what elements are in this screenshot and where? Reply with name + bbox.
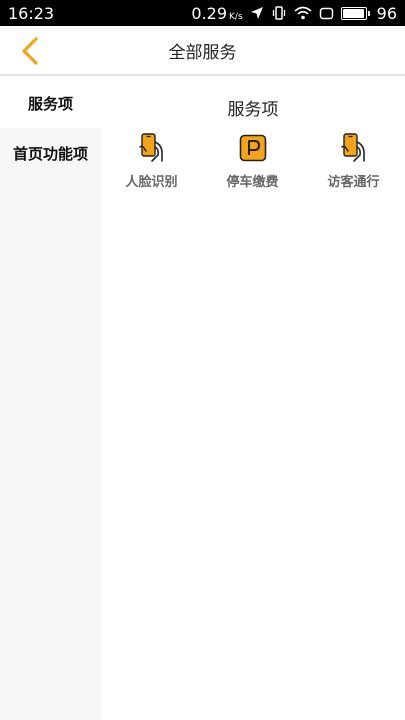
parking-icon bbox=[239, 133, 267, 163]
service-label: 人脸识别 bbox=[125, 175, 178, 190]
section-title: 服务项 bbox=[227, 100, 279, 120]
hand-phone-icon bbox=[138, 133, 166, 163]
services-panel: 服务项 人脸识别 停车缴费 访客通行 bbox=[101, 78, 405, 720]
app-header: 全部服务 bbox=[0, 26, 405, 76]
service-visitor-access[interactable]: 访客通行 bbox=[303, 133, 404, 190]
screen-rotate-icon bbox=[319, 6, 334, 21]
services-grid: 人脸识别 停车缴费 访客通行 bbox=[101, 133, 405, 190]
status-time: 16:23 bbox=[8, 3, 55, 23]
category-sidebar: 服务项 首页功能项 bbox=[0, 78, 101, 720]
service-label: 访客通行 bbox=[327, 175, 380, 190]
battery-icon bbox=[340, 6, 370, 20]
location-arrow-icon bbox=[250, 6, 264, 20]
status-left: 16:23 bbox=[8, 4, 54, 23]
wifi-icon bbox=[294, 6, 312, 20]
back-button[interactable] bbox=[12, 33, 48, 69]
sidebar-item-home-functions[interactable]: 首页功能项 bbox=[0, 128, 101, 178]
network-speed-unit: K/s bbox=[229, 11, 243, 22]
hand-phone-icon bbox=[340, 133, 368, 163]
chevron-left-icon bbox=[22, 37, 38, 65]
service-parking-payment[interactable]: 停车缴费 bbox=[202, 133, 303, 190]
status-bar: 16:23 0.29 K/s 96 bbox=[0, 0, 405, 26]
status-right: 0.29 K/s 96 bbox=[191, 4, 397, 23]
vibrate-icon bbox=[271, 5, 287, 21]
sidebar-item-services[interactable]: 服务项 bbox=[0, 78, 101, 128]
network-speed: 0.29 K/s bbox=[191, 4, 242, 23]
battery-level: 96 bbox=[376, 3, 397, 23]
network-speed-value: 0.29 bbox=[191, 3, 228, 23]
page-title: 全部服务 bbox=[168, 42, 237, 63]
service-face-recognition[interactable]: 人脸识别 bbox=[101, 133, 202, 190]
sidebar-item-label: 首页功能项 bbox=[12, 144, 88, 163]
service-label: 停车缴费 bbox=[226, 175, 279, 190]
sidebar-item-label: 服务项 bbox=[27, 94, 73, 113]
